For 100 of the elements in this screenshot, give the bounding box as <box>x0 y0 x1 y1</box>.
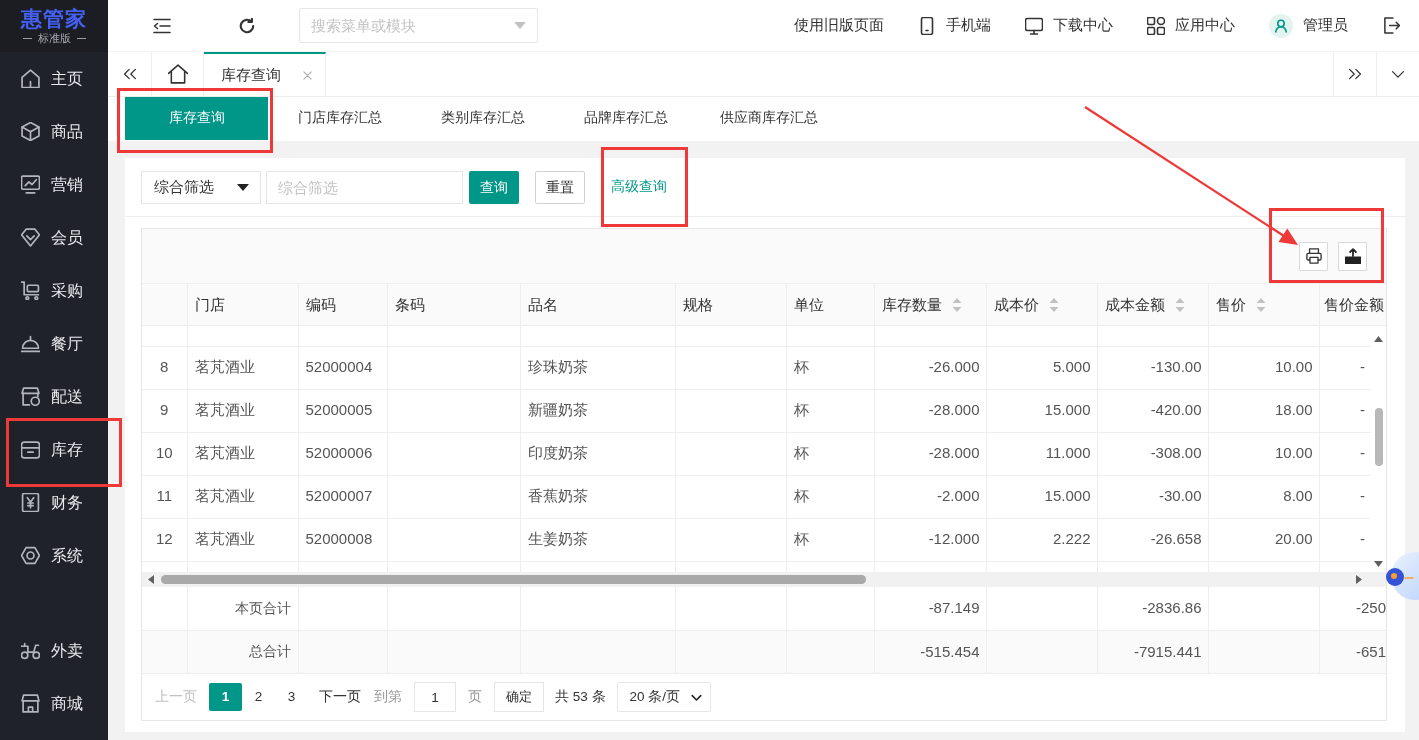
cube-icon <box>21 122 40 141</box>
table-cell: 10.00 <box>1208 346 1319 389</box>
phone-icon <box>918 16 936 35</box>
sort-icon <box>1255 296 1266 313</box>
diamond-icon <box>21 228 40 247</box>
table-cell: -30.00 <box>1097 475 1208 518</box>
sidebar-item[interactable]: 主页 <box>0 52 108 105</box>
scrollbar-thumb[interactable] <box>1374 408 1383 466</box>
total-count: 共 53 条 <box>555 687 606 706</box>
refresh-icon[interactable] <box>239 17 255 34</box>
table-cell: 杯 <box>786 432 874 475</box>
double-chevron-left-icon <box>122 67 137 81</box>
avatar-icon <box>1269 13 1293 38</box>
row-number: 10 <box>142 432 187 475</box>
sidebar-item[interactable]: 系统 <box>0 529 108 582</box>
table-cell: 52000004 <box>298 346 387 389</box>
sort-icon <box>1174 296 1185 313</box>
scroll-up-icon <box>1374 336 1383 342</box>
column-header[interactable]: 库存数量 <box>874 284 986 325</box>
user-menu[interactable]: 管理员 <box>1269 13 1348 38</box>
store-icon <box>21 694 40 713</box>
table-cell: 杯 <box>786 389 874 432</box>
sub-tab[interactable]: 库存查询 <box>125 97 268 140</box>
sub-tab[interactable]: 供应商库存汇总 <box>697 97 840 140</box>
column-header[interactable]: 成本金额 <box>1097 284 1208 325</box>
table-cell: 茗芃酒业 <box>187 346 298 389</box>
goto-label: 到第 <box>374 687 402 706</box>
page-button[interactable]: 3 <box>275 683 308 711</box>
cloche-icon <box>21 334 40 353</box>
table-cell: -26.658 <box>1097 518 1208 561</box>
row-number: 8 <box>142 346 187 389</box>
table-cell: 52000006 <box>298 432 387 475</box>
table-cell: 8.00 <box>1208 475 1319 518</box>
caret-icon <box>237 184 249 191</box>
home-icon <box>21 69 40 88</box>
row-number: 11 <box>142 475 187 518</box>
page-number-field[interactable]: 1 <box>414 682 456 712</box>
scroll-down-icon <box>1374 561 1383 567</box>
search-field[interactable]: 搜索菜单或模块 <box>299 8 538 43</box>
sidebar-item[interactable]: 配送 <box>0 370 108 423</box>
table-cell: 20.00 <box>1208 518 1319 561</box>
table-cell: 新疆奶茶 <box>520 389 675 432</box>
scrollbar-thumb[interactable] <box>161 575 866 584</box>
sub-tab[interactable]: 类别库存汇总 <box>411 97 554 140</box>
sidebar-item[interactable]: 库存 <box>0 423 108 476</box>
table-cell: 15.000 <box>986 389 1097 432</box>
sub-tab[interactable]: 品牌库存汇总 <box>554 97 697 140</box>
export-button[interactable] <box>1338 241 1367 271</box>
mobile-link[interactable]: 手机端 <box>918 14 991 37</box>
scroll-right-icon <box>1356 575 1362 584</box>
next-page-link[interactable]: 下一页 <box>319 686 361 708</box>
table-cell: 茗芃酒业 <box>187 518 298 561</box>
row-number: 12 <box>142 518 187 561</box>
table-cell: 15.000 <box>986 475 1097 518</box>
sidebar-item[interactable]: 营销 <box>0 158 108 211</box>
close-icon[interactable] <box>303 70 312 80</box>
confirm-button[interactable]: 确定 <box>494 682 544 712</box>
shop-badge-icon <box>21 387 40 406</box>
table-cell: 5.000 <box>986 346 1097 389</box>
page-unit-label: 页 <box>468 687 482 706</box>
app-center-link[interactable]: 应用中心 <box>1147 14 1235 37</box>
sidebar-item[interactable]: 商品 <box>0 105 108 158</box>
download-center-link[interactable]: 下载中心 <box>1025 14 1113 37</box>
print-button[interactable] <box>1299 241 1328 271</box>
cart-icon <box>21 281 40 300</box>
filter-field-select[interactable]: 综合筛选 <box>141 171 261 204</box>
search-button[interactable]: 查询 <box>469 171 519 204</box>
sidebar-item[interactable]: 采购 <box>0 264 108 317</box>
advanced-search-link[interactable]: 高级查询 <box>611 177 667 198</box>
sidebar-item[interactable]: 商城 <box>0 677 108 730</box>
sort-icon <box>951 296 962 313</box>
column-header[interactable]: 成本价 <box>986 284 1097 325</box>
sidebar-item[interactable]: 餐厅 <box>0 317 108 370</box>
summary-cell: -87.149 <box>874 587 986 630</box>
page-size-select[interactable]: 20 条/页 <box>616 682 711 712</box>
reset-button[interactable]: 重置 <box>535 171 585 204</box>
sidebar-item[interactable]: 外卖 <box>0 624 108 677</box>
table-cell: 香蕉奶茶 <box>520 475 675 518</box>
table-cell: 52000005 <box>298 389 387 432</box>
page-button[interactable]: 2 <box>242 683 275 711</box>
old-version-link[interactable]: 使用旧版页面 <box>794 14 884 37</box>
printer-icon <box>1305 248 1322 264</box>
table-cell: 印度奶茶 <box>520 432 675 475</box>
column-header[interactable]: 售价 <box>1208 284 1319 325</box>
assistant-bubble-icon[interactable] <box>1386 552 1419 600</box>
horizontal-scrollbar[interactable] <box>142 572 1386 587</box>
column-header: 售价金额 <box>1319 284 1386 325</box>
table-cell: 珍珠奶茶 <box>520 346 675 389</box>
table-cell: 11.000 <box>986 432 1097 475</box>
menu-fold-icon[interactable] <box>153 16 171 35</box>
hex-nut-icon <box>21 546 40 565</box>
sidebar-item[interactable]: 会员 <box>0 211 108 264</box>
table-cell: 杯 <box>786 475 874 518</box>
keyword-field[interactable]: 综合筛选 <box>266 171 463 204</box>
page-button[interactable]: 1 <box>209 683 242 711</box>
table-cell: 茗芃酒业 <box>187 432 298 475</box>
column-header: 规格 <box>675 284 786 325</box>
sidebar-item[interactable]: 财务 <box>0 476 108 529</box>
sub-tab[interactable]: 门店库存汇总 <box>268 97 411 140</box>
logout-icon[interactable] <box>1383 17 1400 34</box>
